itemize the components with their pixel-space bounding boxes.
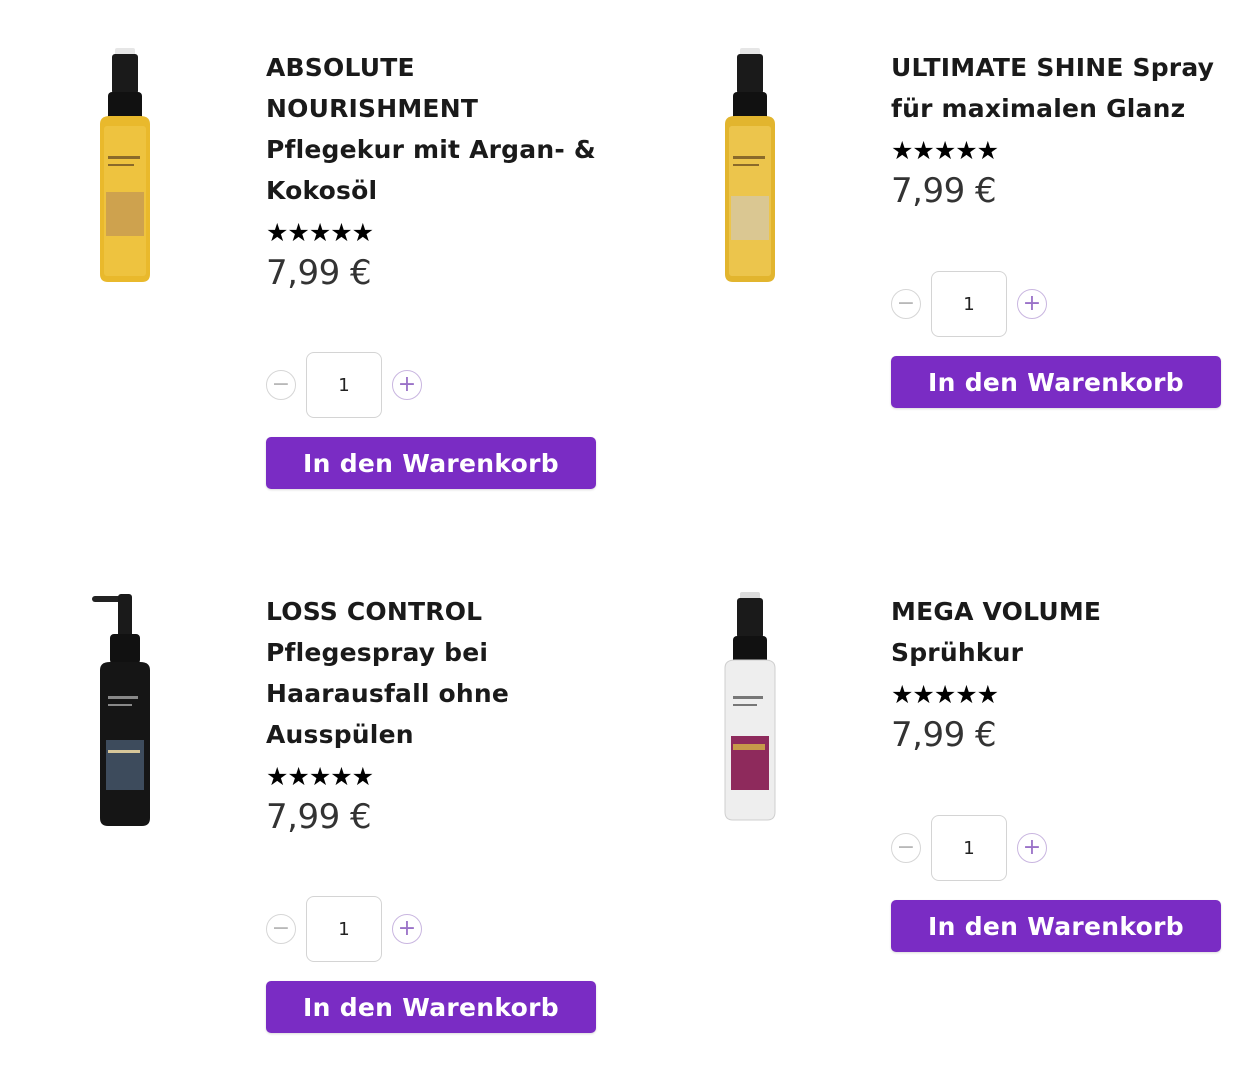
gold-spray-bottle-icon [100,48,150,282]
decrease-quantity-button[interactable]: − [266,914,296,944]
title-line: ABSOLUTE [266,53,415,82]
title-line: Pflegespray bei [266,638,489,667]
plus-icon: + [1022,291,1042,316]
product-image[interactable] [90,590,200,850]
product-price: 7,99 € [891,715,997,755]
add-to-cart-button[interactable]: In den Warenkorb [266,437,596,489]
add-to-cart-button[interactable]: In den Warenkorb [266,981,596,1033]
decrease-quantity-button[interactable]: − [891,833,921,863]
product-price: 7,99 € [891,171,997,211]
title-line: Ausspülen [266,720,414,749]
title-line: MEGA VOLUME [891,597,1102,626]
product-title[interactable]: LOSS CONTROL Pflegespray bei Haarausfall… [266,590,606,755]
product-info: LOSS CONTROL Pflegespray bei Haarausfall… [266,590,606,839]
product-image[interactable] [715,590,825,850]
title-line: NOURISHMENT [266,94,479,123]
product-price: 7,99 € [266,797,372,837]
quantity-input[interactable]: 1 [306,352,382,418]
quantity-stepper: − 1 + [266,352,422,418]
rating-stars: ★★★★★ [891,136,999,165]
increase-quantity-button[interactable]: + [1017,833,1047,863]
product-image[interactable] [90,46,200,306]
quantity-input[interactable]: 1 [931,271,1007,337]
increase-quantity-button[interactable]: + [392,914,422,944]
minus-icon: − [271,916,291,941]
quantity-stepper: − 1 + [891,815,1047,881]
product-image[interactable] [715,46,825,306]
title-line: Kokosöl [266,176,378,205]
decrease-quantity-button[interactable]: − [266,370,296,400]
product-info: MEGA VOLUME Sprühkur ★★★★★ 7,99 € [891,590,1231,757]
add-to-cart-button[interactable]: In den Warenkorb [891,356,1221,408]
clear-spray-bottle-icon [724,592,776,821]
quantity-stepper: − 1 + [891,271,1047,337]
plus-icon: + [397,372,417,397]
rating-stars: ★★★★★ [266,762,374,791]
product-title[interactable]: ABSOLUTE NOURISHMENT Pflegekur mit Argan… [266,46,606,211]
minus-icon: − [896,291,916,316]
black-pump-bottle-icon [92,594,150,826]
quantity-input[interactable]: 1 [931,815,1007,881]
product-title[interactable]: ULTIMATE SHINE Spray für maximalen Glanz [891,46,1231,129]
add-to-cart-button[interactable]: In den Warenkorb [891,900,1221,952]
title-line: Sprühkur [891,638,1024,667]
minus-icon: − [896,835,916,860]
gold-spray-bottle-icon [725,48,775,282]
increase-quantity-button[interactable]: + [392,370,422,400]
quantity-input[interactable]: 1 [306,896,382,962]
product-price: 7,99 € [266,253,372,293]
quantity-stepper: − 1 + [266,896,422,962]
title-line: LOSS CONTROL [266,597,483,626]
title-line: Pflegekur mit Argan- & [266,135,596,164]
rating-stars: ★★★★★ [891,680,999,709]
title-line: für maximalen Glanz [891,94,1186,123]
increase-quantity-button[interactable]: + [1017,289,1047,319]
title-line: Haarausfall ohne [266,679,510,708]
product-title[interactable]: MEGA VOLUME Sprühkur [891,590,1231,673]
plus-icon: + [1022,835,1042,860]
product-info: ABSOLUTE NOURISHMENT Pflegekur mit Argan… [266,46,606,295]
title-line: ULTIMATE SHINE Spray [891,53,1215,82]
minus-icon: − [271,372,291,397]
decrease-quantity-button[interactable]: − [891,289,921,319]
product-info: ULTIMATE SHINE Spray für maximalen Glanz… [891,46,1231,213]
rating-stars: ★★★★★ [266,218,374,247]
plus-icon: + [397,916,417,941]
